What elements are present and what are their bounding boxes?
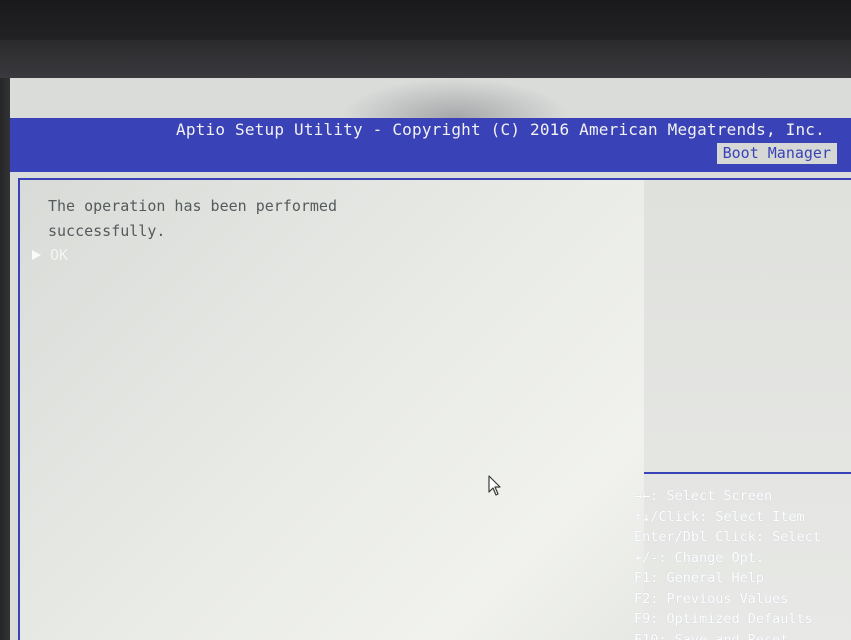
main-pane: The operation has been performed success… — [18, 178, 646, 640]
monitor-bezel-top — [0, 0, 851, 78]
triangle-right-icon — [32, 246, 50, 264]
help-change-opt: +/-: Change Opt. — [634, 549, 765, 566]
bios-screen: Aptio Setup Utility - Copyright (C) 2016… — [10, 78, 851, 640]
help-select-item: ↑↓/Click: Select Item — [634, 508, 805, 525]
help-optimized-defaults: F9: Optimized Defaults — [634, 611, 813, 627]
tab-boot-manager[interactable]: Boot Manager — [716, 143, 837, 164]
help-previous-values: F2: Previous Values — [634, 590, 789, 607]
help-enter-select: Enter/Dbl Click: Select — [634, 529, 821, 545]
help-save-reset: F10: Save and Reset — [634, 631, 789, 640]
status-message-line-2: successfully. — [48, 222, 166, 240]
bios-header: Aptio Setup Utility - Copyright (C) 2016… — [10, 118, 851, 172]
help-select-screen: →←: Select Screen — [634, 488, 773, 504]
help-pane: →←: Select Screen ↑↓/Click: Select Item … — [634, 178, 851, 640]
monitor-bezel-lip — [0, 40, 851, 78]
ok-option[interactable]: OK — [32, 246, 68, 264]
mouse-cursor-icon — [488, 475, 502, 501]
help-general-help: F1: General Help — [634, 570, 765, 586]
bios-title: Aptio Setup Utility - Copyright (C) 2016… — [176, 120, 825, 139]
key-help-list: →←: Select Screen ↑↓/Click: Select Item … — [634, 486, 821, 640]
help-divider — [644, 472, 851, 474]
ok-option-label[interactable]: OK — [50, 246, 68, 264]
status-message-line-1: The operation has been performed — [48, 197, 337, 215]
